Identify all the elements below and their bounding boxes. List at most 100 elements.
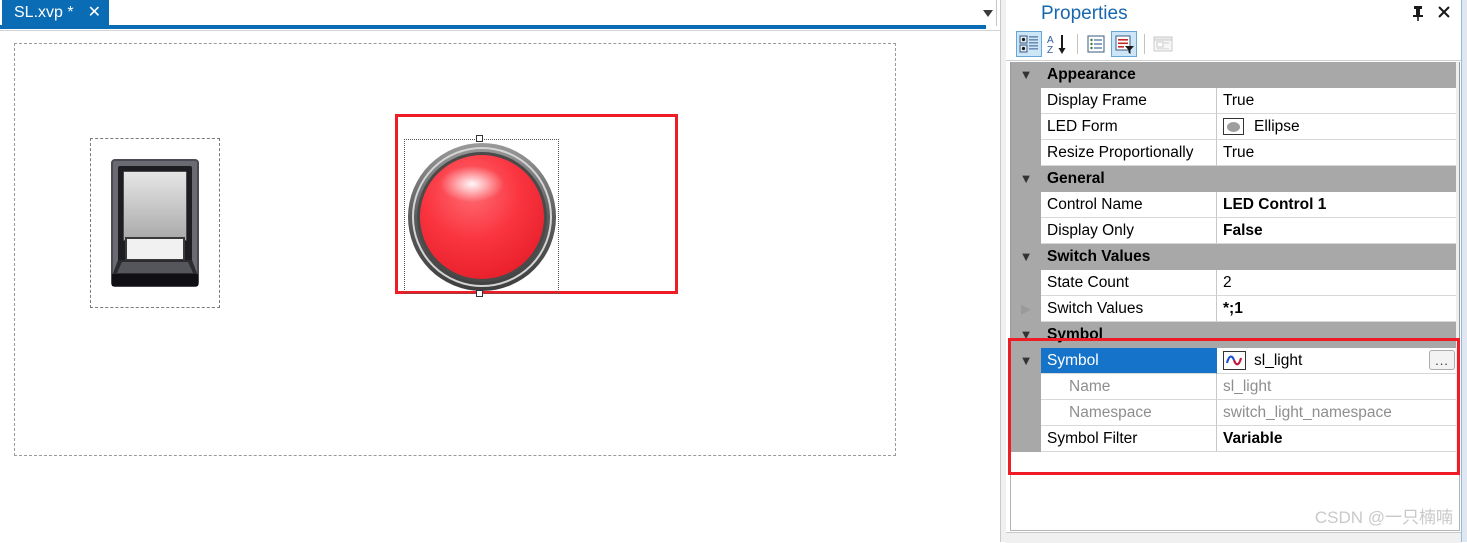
category-header-symbol[interactable]: ▼ Symbol	[1011, 322, 1459, 348]
toolbar-separator	[1144, 34, 1145, 54]
property-value[interactable]: *;1	[1217, 296, 1459, 322]
property-row-led-form[interactable]: LED Form Ellipse	[1011, 114, 1459, 140]
property-value[interactable]: False	[1217, 218, 1459, 244]
property-value[interactable]: True	[1217, 140, 1459, 166]
property-row-display-only[interactable]: Display Only False	[1011, 218, 1459, 244]
property-name: Symbol Filter	[1041, 426, 1217, 452]
browse-symbol-button[interactable]: ...	[1429, 350, 1455, 370]
filtered-list-icon	[1115, 35, 1134, 54]
waveform-glyph	[1226, 355, 1243, 366]
watermark-text: CSDN @一只楠喃	[1314, 508, 1453, 527]
row-gutter	[1011, 270, 1041, 296]
alphabetical-sort-button[interactable]: A Z	[1044, 31, 1070, 57]
resize-handle-top[interactable]	[476, 135, 483, 142]
expander-switch-values-row[interactable]: ▶	[1011, 296, 1041, 322]
expander-symbol-category[interactable]: ▼	[1011, 322, 1041, 348]
row-gutter	[1011, 426, 1041, 452]
row-gutter	[1011, 374, 1041, 400]
pushpin-icon[interactable]	[1409, 3, 1427, 23]
property-value: sl_light	[1254, 351, 1303, 369]
tab-strip-divider	[996, 0, 997, 26]
expander-symbol-row[interactable]: ▼	[1011, 348, 1041, 374]
categorized-view-button[interactable]	[1016, 31, 1042, 57]
property-name: Name	[1041, 374, 1217, 400]
properties-grid[interactable]: ▼ Appearance Display Frame True LED Form…	[1010, 62, 1460, 473]
chevron-down-icon: ▼	[1019, 171, 1033, 186]
chevron-down-icon[interactable]	[978, 4, 998, 22]
property-value[interactable]: LED Control 1	[1217, 192, 1459, 218]
chevron-down-icon: ▼	[1019, 249, 1033, 264]
property-pages-icon	[1087, 35, 1105, 53]
sort-az-icon: A Z	[1047, 35, 1066, 55]
property-name: Control Name	[1041, 192, 1217, 218]
property-description-pane: CSDN @一只楠喃	[1010, 472, 1460, 531]
property-name: Switch Values	[1041, 296, 1217, 322]
property-value-cell[interactable]: sl_light ...	[1217, 348, 1459, 374]
property-row-control-name[interactable]: Control Name LED Control 1	[1011, 192, 1459, 218]
pushpin-glyph	[1413, 6, 1423, 21]
property-name: Symbol	[1041, 348, 1217, 374]
tab-underline	[0, 25, 986, 29]
property-row-namespace[interactable]: Namespace switch_light_namespace	[1011, 400, 1459, 426]
chevron-down-icon: ▼	[1019, 67, 1033, 82]
chevron-down-icon: ▼	[1019, 353, 1033, 368]
property-value: sl_light	[1217, 374, 1459, 400]
category-header-switch-values[interactable]: ▼ Switch Values	[1011, 244, 1459, 270]
property-row-display-frame[interactable]: Display Frame True	[1011, 88, 1459, 114]
property-name: Resize Proportionally	[1041, 140, 1217, 166]
page-properties-button[interactable]	[1150, 31, 1176, 57]
property-row-name[interactable]: Name sl_light	[1011, 374, 1459, 400]
category-label: Appearance	[1041, 62, 1459, 88]
editor-area: SL.xvp * ✕	[0, 0, 1000, 543]
row-gutter	[1011, 400, 1041, 426]
category-label: General	[1041, 166, 1459, 192]
property-row-state-count[interactable]: State Count 2	[1011, 270, 1459, 296]
resize-handle-bottom[interactable]	[476, 290, 483, 297]
expander-switch-values[interactable]: ▼	[1011, 244, 1041, 270]
ellipse-swatch-icon	[1223, 118, 1244, 135]
property-row-resize-proportionally[interactable]: Resize Proportionally True	[1011, 140, 1459, 166]
row-gutter	[1011, 218, 1041, 244]
expander-general[interactable]: ▼	[1011, 166, 1041, 192]
property-pages-button[interactable]	[1083, 31, 1109, 57]
property-value: switch_light_namespace	[1217, 400, 1459, 426]
toolbar-separator	[1077, 34, 1078, 54]
switch-control[interactable]	[90, 138, 220, 308]
panel-right-edge	[1461, 0, 1467, 542]
property-value[interactable]: True	[1217, 88, 1459, 114]
expander-appearance[interactable]: ▼	[1011, 62, 1041, 88]
rocker-switch-icon	[111, 159, 199, 287]
tab-sl-xvp[interactable]: SL.xvp * ✕	[2, 0, 109, 26]
categorized-icon	[1019, 35, 1038, 53]
led-control[interactable]	[404, 139, 559, 294]
close-icon[interactable]: ✕	[88, 5, 101, 21]
design-canvas[interactable]	[0, 30, 1000, 543]
category-label: Symbol	[1041, 322, 1459, 348]
waveform-icon	[1223, 351, 1246, 370]
property-row-switch-values[interactable]: ▶ Switch Values *;1	[1011, 296, 1459, 322]
row-gutter	[1011, 88, 1041, 114]
property-value[interactable]: Variable	[1217, 426, 1459, 452]
close-icon[interactable]	[1435, 2, 1453, 22]
row-gutter	[1011, 192, 1041, 218]
property-value-cell[interactable]: Ellipse	[1217, 114, 1459, 140]
row-gutter	[1011, 114, 1041, 140]
category-header-appearance[interactable]: ▼ Appearance	[1011, 62, 1459, 88]
property-name: LED Form	[1041, 114, 1217, 140]
property-row-symbol-filter[interactable]: Symbol Filter Variable	[1011, 426, 1459, 452]
property-value[interactable]: 2	[1217, 270, 1459, 296]
properties-panel: Properties A Z ▼ Appearance Display Fram…	[1006, 0, 1467, 542]
chevron-down-glyph	[983, 10, 993, 17]
chevron-right-icon: ▶	[1021, 301, 1031, 316]
canvas-sheet	[14, 43, 896, 456]
property-row-symbol[interactable]: ▼ Symbol sl_light ...	[1011, 348, 1459, 374]
row-gutter	[1011, 140, 1041, 166]
grid-scrollbar[interactable]	[1456, 62, 1459, 472]
close-glyph	[1438, 6, 1450, 18]
category-header-general[interactable]: ▼ General	[1011, 166, 1459, 192]
properties-title-bar: Properties	[1006, 0, 1467, 27]
panel-bottom-strip	[1006, 532, 1461, 543]
property-name: State Count	[1041, 270, 1217, 296]
events-filter-button[interactable]	[1111, 31, 1137, 57]
properties-toolbar: A Z	[1006, 28, 1467, 61]
